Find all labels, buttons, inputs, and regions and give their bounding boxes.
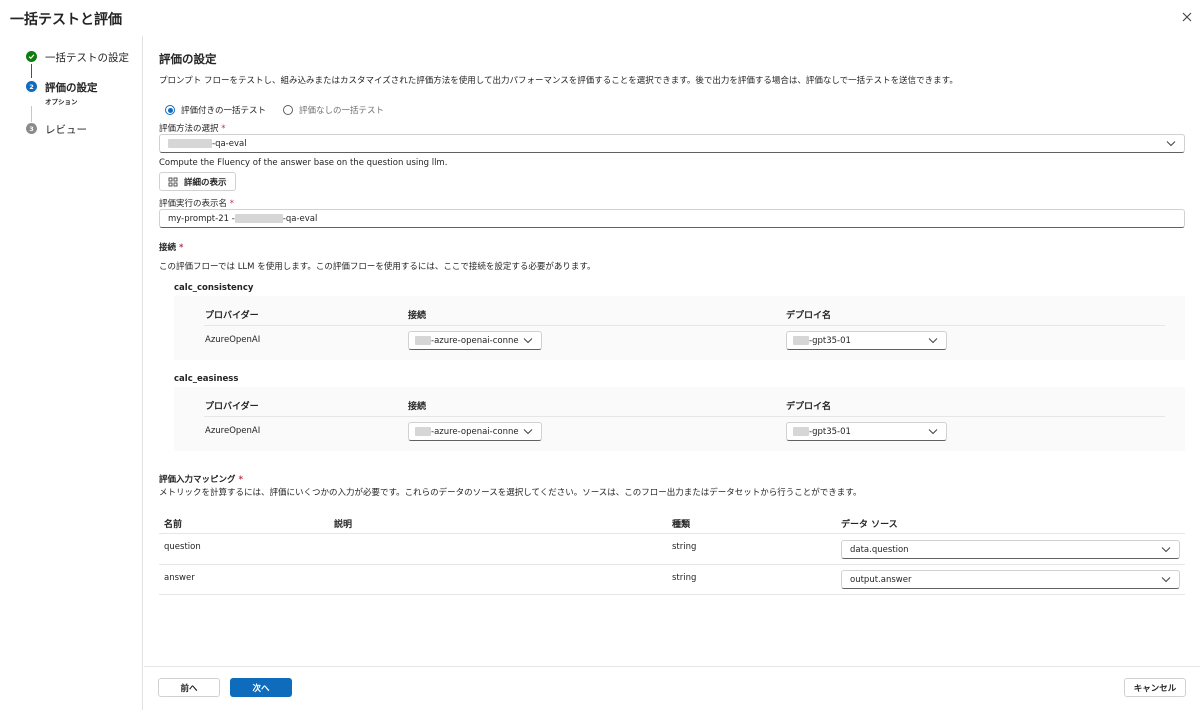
deployment-dropdown[interactable]: -gpt35-01 — [786, 331, 947, 350]
provider-value: AzureOpenAI — [205, 426, 261, 436]
radio-without-evaluation[interactable]: 評価なしの一括テスト — [283, 104, 384, 116]
method-label: 評価方法の選択 * — [159, 124, 226, 134]
column-header: 接続 — [408, 402, 427, 412]
redacted-text — [415, 427, 431, 436]
next-button[interactable]: 次へ — [230, 678, 292, 697]
step-number-icon: 3 — [26, 123, 37, 134]
chevron-down-icon — [1166, 141, 1176, 147]
step-connector — [31, 64, 32, 78]
grid-icon — [168, 177, 178, 186]
redacted-text — [168, 139, 212, 148]
row-divider — [159, 564, 1185, 565]
data-source-dropdown[interactable]: data.question — [841, 540, 1180, 559]
stepper-sidebar: 一括テストの設定 2 評価の設定 オプション 3 レビュー — [0, 36, 143, 710]
mapping-description: メトリックを計算するには、評価にいくつかの入力が必要です。これらのデータのソース… — [159, 488, 862, 498]
column-header: 説明 — [334, 520, 353, 530]
step-review[interactable]: 3 レビュー — [26, 122, 87, 137]
redacted-text — [415, 336, 431, 345]
column-header: デプロイ名 — [786, 402, 832, 412]
radio-label: 評価付きの一括テスト — [181, 106, 267, 116]
row-divider — [159, 533, 1185, 534]
step-connector — [31, 106, 32, 122]
step-label: レビュー — [45, 124, 87, 136]
input-type: string — [672, 542, 697, 552]
chevron-down-icon — [523, 338, 533, 344]
connection-table: プロバイダー 接続 デプロイ名 AzureOpenAI -azure-opena… — [174, 296, 1185, 360]
step-number-icon: 2 — [26, 81, 37, 92]
connection-table: プロバイダー 接続 デプロイ名 AzureOpenAI -azure-opena… — [174, 387, 1185, 451]
method-dropdown[interactable]: -qa-eval — [159, 134, 1185, 153]
radio-with-evaluation[interactable]: 評価付きの一括テスト — [165, 104, 266, 116]
view-details-button[interactable]: 詳細の表示 — [159, 172, 236, 191]
step-label: 評価の設定 — [45, 82, 98, 94]
redacted-text — [793, 427, 809, 436]
connection-dropdown[interactable]: -azure-openai-connect — [408, 422, 542, 441]
close-icon[interactable] — [1180, 10, 1194, 24]
radio-selected-icon — [165, 105, 175, 115]
column-header: 種類 — [672, 520, 691, 530]
chevron-down-icon — [1161, 577, 1171, 583]
column-header: 接続 — [408, 311, 427, 321]
node-name: calc_easiness — [174, 374, 239, 384]
input-type: string — [672, 573, 697, 583]
radio-label: 評価なしの一括テスト — [299, 106, 385, 116]
step-eval-settings[interactable]: 2 評価の設定 オプション — [26, 80, 98, 106]
dialog-footer: 前へ 次へ キャンセル — [144, 666, 1200, 710]
column-header: データ ソース — [841, 520, 898, 530]
step-label: 一括テストの設定 — [45, 52, 129, 64]
mapping-label: 評価入力マッピング * — [159, 475, 243, 485]
run-name-input[interactable]: my-prompt-21 - -qa-eval — [159, 209, 1185, 228]
column-header: デプロイ名 — [786, 311, 832, 321]
connection-label: 接続 * — [159, 243, 184, 253]
cancel-button[interactable]: キャンセル — [1124, 678, 1186, 697]
chevron-down-icon — [1161, 547, 1171, 553]
row-divider — [159, 594, 1185, 595]
connection-dropdown[interactable]: -azure-openai-connect — [408, 331, 542, 350]
input-name: question — [164, 542, 201, 552]
previous-button[interactable]: 前へ — [158, 678, 220, 697]
row-divider — [204, 416, 1165, 417]
deployment-dropdown[interactable]: -gpt35-01 — [786, 422, 947, 441]
input-name: answer — [164, 573, 195, 583]
page-heading: 評価の設定 — [159, 52, 217, 66]
step-batch-settings[interactable]: 一括テストの設定 — [26, 50, 129, 65]
row-divider — [204, 325, 1165, 326]
redacted-text — [793, 336, 809, 345]
checkmark-icon — [26, 51, 37, 62]
redacted-text — [234, 214, 283, 223]
radio-unselected-icon — [283, 105, 293, 115]
data-source-dropdown[interactable]: output.answer — [841, 570, 1180, 589]
step-sublabel: オプション — [45, 98, 78, 106]
connection-description: この評価フローでは LLM を使用します。この評価フローを使用するには、ここで接… — [159, 262, 596, 272]
run-name-label: 評価実行の表示名 * — [159, 199, 234, 209]
page-description: プロンプト フローをテストし、組み込みまたはカスタマイズされた評価方法を使用して… — [159, 76, 958, 86]
column-header: 名前 — [164, 520, 183, 530]
column-header: プロバイダー — [205, 311, 259, 321]
dialog-title: 一括テストと評価 — [10, 12, 122, 28]
provider-value: AzureOpenAI — [205, 335, 261, 345]
chevron-down-icon — [928, 429, 938, 435]
node-name: calc_consistency — [174, 283, 254, 293]
chevron-down-icon — [523, 429, 533, 435]
chevron-down-icon — [928, 338, 938, 344]
method-description: Compute the Fluency of the answer base o… — [159, 158, 448, 168]
column-header: プロバイダー — [205, 402, 259, 412]
